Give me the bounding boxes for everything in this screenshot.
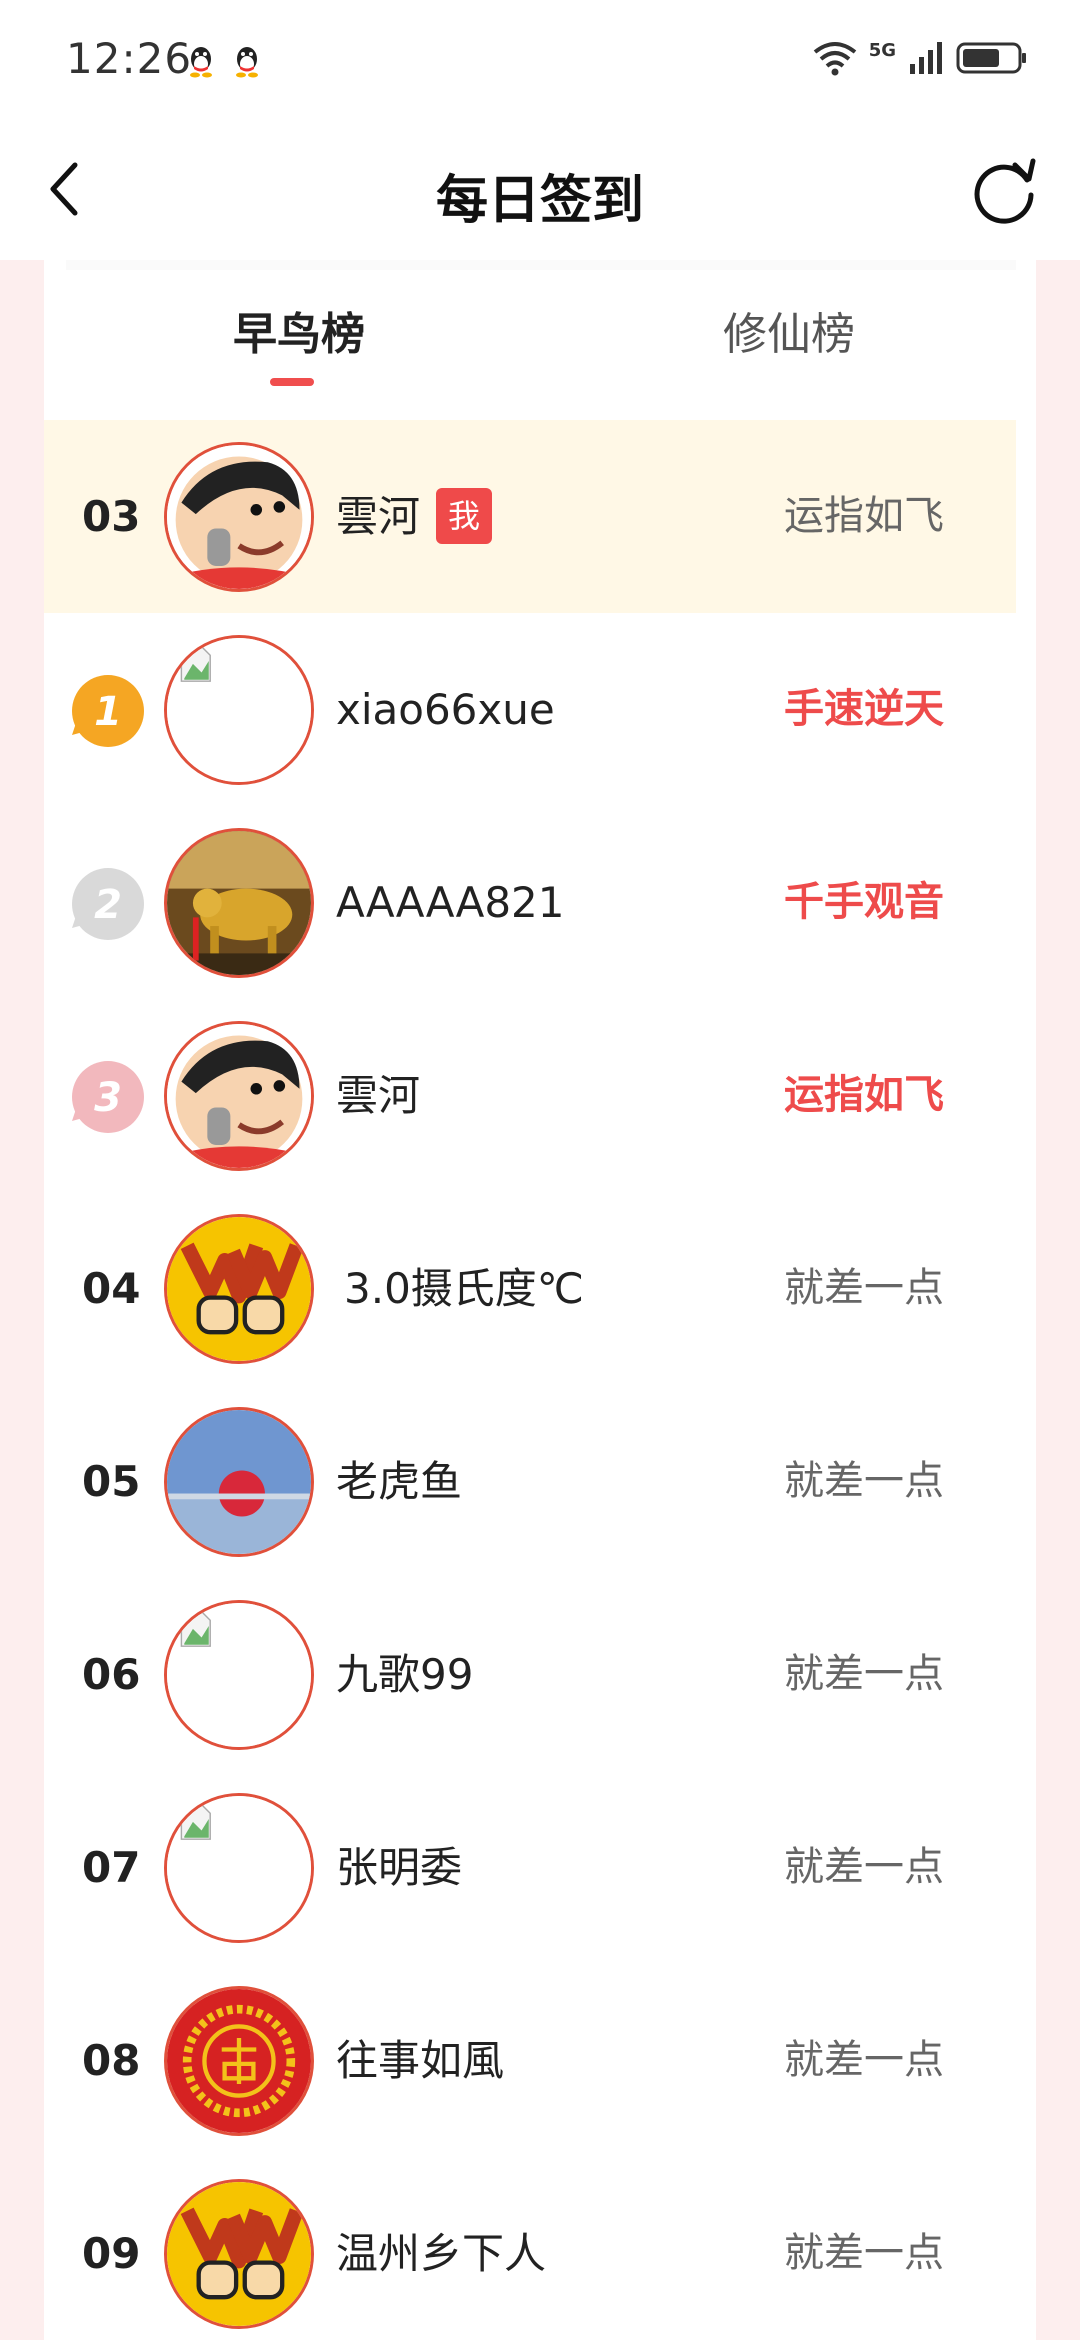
user-name: AAAAA821	[336, 878, 565, 927]
user-name: xiao66xue	[336, 685, 555, 734]
rank-number: 05	[82, 1457, 141, 1506]
divider	[66, 260, 1016, 270]
me-badge: 我	[436, 487, 493, 544]
qq-icon	[186, 44, 216, 78]
rank-title: 就差一点	[784, 2037, 944, 2083]
battery-icon	[956, 40, 1028, 80]
silver-medal-icon: 2	[70, 866, 146, 942]
rank-title: 就差一点	[784, 1265, 944, 1311]
rank-title: 就差一点	[784, 1651, 944, 1697]
header: 每日签到	[0, 120, 1080, 260]
avatar[interactable]	[164, 635, 314, 785]
user-name: 老虎鱼	[336, 1457, 463, 1506]
wifi-icon	[813, 40, 857, 80]
page-title: 每日签到	[435, 171, 644, 231]
avatar[interactable]	[164, 1021, 314, 1171]
user-name: 往事如風	[336, 2036, 505, 2085]
tab-xiuxian[interactable]: 修仙榜	[664, 300, 914, 370]
list-item[interactable]: 3 雲河 运指如飞	[44, 999, 1016, 1192]
user-name: 温州乡下人	[336, 2229, 547, 2278]
avatar[interactable]	[164, 828, 314, 978]
rank-number: 04	[82, 1264, 141, 1313]
status-time: 12:26	[66, 34, 193, 83]
status-bar: 12:26 5G	[0, 0, 1080, 120]
refresh-button[interactable]	[964, 152, 1044, 232]
avatar[interactable]	[164, 1600, 314, 1750]
svg-text:1: 1	[94, 689, 122, 735]
rank-number: 03	[82, 492, 141, 541]
user-name: 九歌99	[336, 1650, 474, 1699]
tab-bar: 早鸟榜 修仙榜	[44, 290, 1036, 410]
list-item[interactable]: 07 张明委 就差一点	[44, 1771, 1016, 1964]
list-item[interactable]: 09 温州乡下人 就差一点	[44, 2157, 1016, 2340]
rank-number: 09	[82, 2229, 141, 2278]
network-type: 5G	[868, 39, 896, 61]
rank-title: 就差一点	[784, 1844, 944, 1890]
signal-icon	[908, 40, 944, 80]
list-item[interactable]: 04 3.0摄氏度℃ 就差一点	[44, 1192, 1016, 1385]
bronze-medal-icon: 3	[70, 1059, 146, 1135]
rank-title: 运指如飞	[784, 1072, 944, 1118]
user-name: 张明委	[336, 1843, 463, 1892]
list-item-me[interactable]: 03 雲河我 运指如飞	[44, 420, 1016, 613]
qq-icon	[232, 44, 262, 78]
svg-text:2: 2	[94, 882, 122, 928]
refresh-icon	[969, 155, 1039, 229]
rank-title: 运指如飞	[784, 493, 944, 539]
list-item[interactable]: 06 九歌99 就差一点	[44, 1578, 1016, 1771]
gold-medal-icon: 1	[70, 673, 146, 749]
avatar[interactable]	[164, 1214, 314, 1364]
user-name: 雲河我	[336, 420, 493, 613]
svg-text:3: 3	[94, 1075, 122, 1121]
rank-number: 07	[82, 1843, 141, 1892]
avatar[interactable]	[164, 1986, 314, 2136]
rank-title: 千手观音	[784, 879, 944, 925]
rank-title: 就差一点	[784, 2230, 944, 2276]
tab-active-indicator	[270, 378, 314, 386]
tab-early-bird[interactable]: 早鸟榜	[174, 300, 424, 370]
list-item[interactable]: 05 老虎鱼 就差一点	[44, 1385, 1016, 1578]
avatar[interactable]	[164, 1407, 314, 1557]
avatar[interactable]	[164, 442, 314, 592]
rank-title: 手速逆天	[784, 686, 944, 732]
rank-number: 08	[82, 2036, 141, 2085]
list-item[interactable]: 08 往事如風 就差一点	[44, 1964, 1016, 2157]
user-name-text: 雲河	[336, 492, 421, 541]
rank-title: 就差一点	[784, 1458, 944, 1504]
avatar[interactable]	[164, 1793, 314, 1943]
rank-number: 06	[82, 1650, 141, 1699]
list-item[interactable]: 2 AAAAA821 千手观音	[44, 806, 1016, 999]
user-name: 3.0摄氏度℃	[344, 1264, 584, 1313]
list-item[interactable]: 1 xiao66xue 手速逆天	[44, 613, 1016, 806]
avatar[interactable]	[164, 2179, 314, 2329]
user-name: 雲河	[336, 1071, 421, 1120]
